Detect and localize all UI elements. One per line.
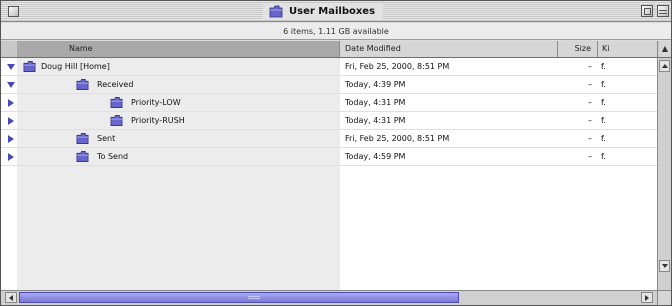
folder-icon bbox=[269, 5, 283, 18]
folder-icon bbox=[110, 115, 123, 126]
item-kind: f. bbox=[601, 80, 606, 89]
item-size: – bbox=[588, 80, 592, 89]
list-item[interactable]: To Send Today, 4:59 PM – f. bbox=[1, 148, 657, 166]
list-item[interactable]: Priority-LOW Today, 4:31 PM – f. bbox=[1, 94, 657, 112]
item-name: To Send bbox=[97, 152, 129, 161]
scroll-right-arrow[interactable] bbox=[641, 292, 653, 303]
title-group: User Mailboxes bbox=[263, 3, 384, 20]
disclosure-triangle-open[interactable] bbox=[6, 62, 16, 72]
list-item[interactable]: Received Today, 4:39 PM – f. bbox=[1, 76, 657, 94]
finder-window: User Mailboxes 6 items, 1.11 GB availabl… bbox=[0, 0, 672, 306]
item-date: Fri, Feb 25, 2000, 8:51 PM bbox=[345, 62, 450, 71]
item-date: Today, 4:31 PM bbox=[345, 116, 406, 125]
zoom-box[interactable] bbox=[641, 5, 653, 17]
item-kind: f. bbox=[601, 152, 606, 161]
disclosure-triangle-closed[interactable] bbox=[6, 116, 16, 126]
title-bar[interactable]: User Mailboxes bbox=[1, 1, 671, 22]
scroll-up-arrow[interactable] bbox=[659, 60, 670, 72]
item-name: Sent bbox=[97, 134, 116, 143]
item-date: Today, 4:59 PM bbox=[345, 152, 406, 161]
item-date: Today, 4:39 PM bbox=[345, 80, 406, 89]
window-title: User Mailboxes bbox=[289, 6, 376, 17]
folder-icon bbox=[23, 61, 36, 72]
item-size: – bbox=[588, 62, 592, 71]
item-name: Priority-LOW bbox=[131, 98, 181, 107]
item-kind: f. bbox=[601, 62, 606, 71]
item-size: – bbox=[588, 134, 592, 143]
column-header-name[interactable]: Name bbox=[17, 41, 340, 57]
item-kind: f. bbox=[601, 98, 606, 107]
folder-icon bbox=[76, 151, 89, 162]
disclosure-triangle-open[interactable] bbox=[6, 80, 16, 90]
item-name: Doug Hill [Home] bbox=[41, 62, 110, 71]
item-size: – bbox=[588, 116, 592, 125]
vertical-scrollbar[interactable] bbox=[657, 58, 671, 290]
disclosure-triangle-closed[interactable] bbox=[6, 98, 16, 108]
column-header-bar: Name Date Modified Size Ki ▲ bbox=[1, 41, 671, 58]
collapse-box[interactable] bbox=[657, 5, 669, 17]
disclosure-triangle-closed[interactable] bbox=[6, 152, 16, 162]
info-bar: 6 items, 1.11 GB available bbox=[1, 23, 671, 40]
scroll-grip bbox=[248, 296, 260, 299]
list-item[interactable]: Sent Fri, Feb 25, 2000, 8:51 PM – f. bbox=[1, 130, 657, 148]
item-size: – bbox=[588, 152, 592, 161]
sort-direction-button[interactable]: ▲ bbox=[659, 41, 671, 57]
item-name: Priority-RUSH bbox=[131, 116, 185, 125]
disclosure-triangle-closed[interactable] bbox=[6, 134, 16, 144]
folder-icon bbox=[76, 133, 89, 144]
close-box[interactable] bbox=[8, 6, 19, 17]
column-header-size[interactable]: Size bbox=[558, 41, 598, 57]
horizontal-scrollbar[interactable] bbox=[1, 290, 657, 305]
item-date: Fri, Feb 25, 2000, 8:51 PM bbox=[345, 134, 450, 143]
folder-icon bbox=[110, 97, 123, 108]
scroll-left-arrow[interactable] bbox=[5, 292, 17, 303]
item-kind: f. bbox=[601, 134, 606, 143]
item-size: – bbox=[588, 98, 592, 107]
resize-grow-box[interactable] bbox=[657, 290, 671, 305]
item-name: Received bbox=[97, 80, 134, 89]
horizontal-scroll-thumb[interactable] bbox=[19, 292, 459, 303]
item-kind: f. bbox=[601, 116, 606, 125]
folder-icon bbox=[76, 79, 89, 90]
column-header-date-modified[interactable]: Date Modified bbox=[340, 41, 558, 57]
list-item[interactable]: Doug Hill [Home] Fri, Feb 25, 2000, 8:51… bbox=[1, 58, 657, 76]
list-item[interactable]: Priority-RUSH Today, 4:31 PM – f. bbox=[1, 112, 657, 130]
item-date: Today, 4:31 PM bbox=[345, 98, 406, 107]
scroll-down-arrow[interactable] bbox=[659, 260, 670, 272]
file-list: Doug Hill [Home] Fri, Feb 25, 2000, 8:51… bbox=[1, 58, 657, 290]
column-header-kind[interactable]: Ki bbox=[598, 41, 658, 57]
